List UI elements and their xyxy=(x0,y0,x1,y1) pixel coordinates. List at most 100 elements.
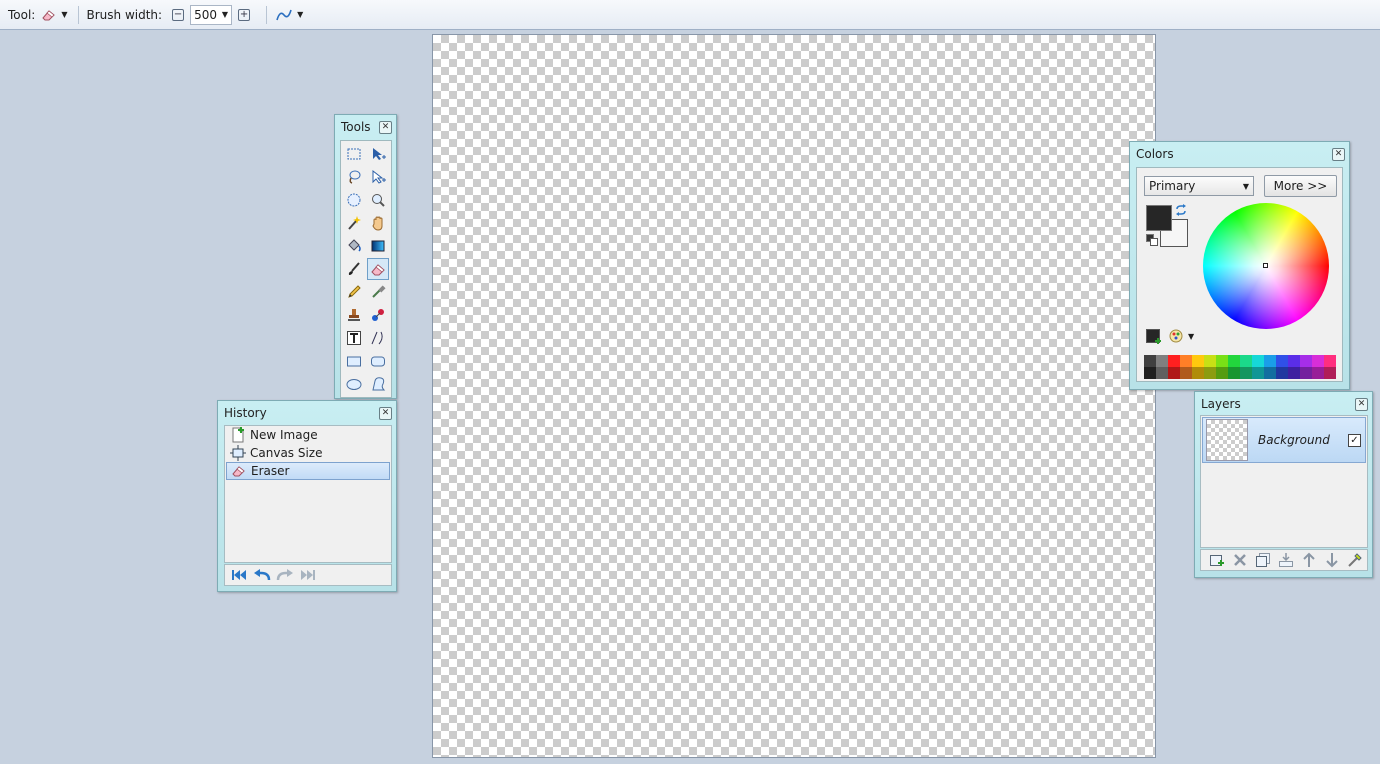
palette-swatch[interactable] xyxy=(1180,355,1192,367)
add-to-palette-icon[interactable] xyxy=(1146,329,1162,345)
palette-swatch[interactable] xyxy=(1300,367,1312,379)
palette-swatch[interactable] xyxy=(1240,355,1252,367)
palette-swatch[interactable] xyxy=(1264,367,1276,379)
rounded-rectangle-icon[interactable] xyxy=(367,350,389,372)
panel-title: Colors xyxy=(1136,147,1174,161)
palette-swatch[interactable] xyxy=(1288,355,1300,367)
magic-wand-icon[interactable] xyxy=(343,212,365,234)
paintbrush-icon[interactable] xyxy=(343,258,365,280)
eraser-icon[interactable] xyxy=(367,258,389,280)
layers-controls xyxy=(1200,549,1368,571)
history-item-label: Eraser xyxy=(251,464,290,478)
history-list: New Image Canvas Size Eraser xyxy=(224,425,392,563)
close-icon[interactable]: ✕ xyxy=(1355,398,1368,411)
palette-swatch[interactable] xyxy=(1252,355,1264,367)
move-layer-down-icon[interactable] xyxy=(1322,552,1341,568)
palette-swatch[interactable] xyxy=(1252,367,1264,379)
palette-swatch[interactable] xyxy=(1192,367,1204,379)
chevron-down-icon: ▼ xyxy=(297,10,304,19)
close-icon[interactable]: ✕ xyxy=(379,121,392,134)
pan-icon[interactable] xyxy=(367,212,389,234)
fast-forward-icon[interactable] xyxy=(298,567,317,583)
palette-swatch[interactable] xyxy=(1312,355,1324,367)
layer-row-background[interactable]: Background ✓ xyxy=(1202,417,1366,463)
brush-width-label: Brush width: xyxy=(86,7,163,22)
palette-swatch[interactable] xyxy=(1180,367,1192,379)
add-layer-icon[interactable] xyxy=(1207,552,1226,568)
palette-swatch[interactable] xyxy=(1300,355,1312,367)
delete-layer-icon[interactable] xyxy=(1230,552,1249,568)
palette-swatch[interactable] xyxy=(1192,355,1204,367)
palette-swatch[interactable] xyxy=(1312,367,1324,379)
palette-swatch[interactable] xyxy=(1204,355,1216,367)
move-layer-up-icon[interactable] xyxy=(1299,552,1318,568)
palette-swatch[interactable] xyxy=(1156,367,1168,379)
history-item-new-image[interactable]: New Image xyxy=(226,426,390,444)
more-colors-button[interactable]: More >> xyxy=(1264,175,1337,197)
move-selected-icon[interactable] xyxy=(367,166,389,188)
palette-swatch[interactable] xyxy=(1156,355,1168,367)
text-icon[interactable] xyxy=(343,327,365,349)
palette-swatch[interactable] xyxy=(1228,367,1240,379)
palette-swatch[interactable] xyxy=(1168,367,1180,379)
ellipse-icon[interactable] xyxy=(343,373,365,395)
toolbar-separator xyxy=(77,5,79,24)
tool-selector[interactable]: Tool: ▼ xyxy=(8,8,68,22)
palette-swatch[interactable] xyxy=(1276,367,1288,379)
clone-stamp-icon[interactable] xyxy=(343,304,365,326)
layer-name: Background xyxy=(1258,433,1330,447)
brush-width-combobox[interactable]: 500 ▼ xyxy=(190,4,233,25)
palette-swatch[interactable] xyxy=(1264,355,1276,367)
image-canvas[interactable] xyxy=(432,34,1156,758)
gradient-icon[interactable] xyxy=(367,235,389,257)
ellipse-select-icon[interactable] xyxy=(343,189,365,211)
pencil-icon[interactable] xyxy=(343,281,365,303)
redo-icon[interactable] xyxy=(275,567,294,583)
history-controls xyxy=(224,564,392,586)
palette-swatch[interactable] xyxy=(1240,367,1252,379)
paint-bucket-icon[interactable] xyxy=(343,235,365,257)
palette-swatch[interactable] xyxy=(1144,355,1156,367)
reset-colors-icon[interactable] xyxy=(1146,234,1158,246)
tools-panel: Tools ✕ xyxy=(334,114,397,399)
close-icon[interactable]: ✕ xyxy=(379,407,392,420)
history-item-eraser[interactable]: Eraser xyxy=(226,462,390,480)
recolor-icon[interactable] xyxy=(367,304,389,326)
palette-swatch[interactable] xyxy=(1288,367,1300,379)
color-mode-select[interactable]: Primary ▼ xyxy=(1144,176,1254,196)
rectangle-icon[interactable] xyxy=(343,350,365,372)
toolbar-separator xyxy=(266,5,268,24)
undo-icon[interactable] xyxy=(252,567,271,583)
increase-brush-width-button[interactable]: + xyxy=(238,8,251,21)
decrease-brush-width-button[interactable]: − xyxy=(172,8,185,21)
merge-layer-down-icon[interactable] xyxy=(1276,552,1295,568)
palette-swatch[interactable] xyxy=(1204,367,1216,379)
move-selection-icon[interactable] xyxy=(367,143,389,165)
history-item-canvas-size[interactable]: Canvas Size xyxy=(226,444,390,462)
rewind-icon[interactable] xyxy=(229,567,248,583)
palette-swatch[interactable] xyxy=(1144,367,1156,379)
palette-swatch[interactable] xyxy=(1168,355,1180,367)
palette-swatch[interactable] xyxy=(1228,355,1240,367)
eraser-icon xyxy=(41,8,57,22)
layers-list: Background ✓ xyxy=(1200,415,1368,548)
line-curve-icon[interactable] xyxy=(367,327,389,349)
lasso-select-icon[interactable] xyxy=(343,166,365,188)
layer-visibility-checkbox[interactable]: ✓ xyxy=(1348,433,1361,447)
color-picker-icon[interactable] xyxy=(367,281,389,303)
palette-swatch[interactable] xyxy=(1216,367,1228,379)
palette-swatch[interactable] xyxy=(1324,367,1336,379)
freeform-shape-icon[interactable] xyxy=(367,373,389,395)
swap-colors-icon[interactable] xyxy=(1175,204,1187,216)
duplicate-layer-icon[interactable] xyxy=(1253,552,1272,568)
close-icon[interactable]: ✕ xyxy=(1332,148,1345,161)
palette-swatch[interactable] xyxy=(1324,355,1336,367)
zoom-icon[interactable] xyxy=(367,189,389,211)
palette-menu-icon[interactable]: ▼ xyxy=(1168,328,1194,344)
primary-color-swatch[interactable] xyxy=(1146,205,1172,231)
rectangle-select-icon[interactable] xyxy=(343,143,365,165)
palette-swatch[interactable] xyxy=(1276,355,1288,367)
layer-properties-icon[interactable] xyxy=(1345,552,1364,568)
antialiasing-selector[interactable]: ▼ xyxy=(275,8,303,22)
palette-swatch[interactable] xyxy=(1216,355,1228,367)
